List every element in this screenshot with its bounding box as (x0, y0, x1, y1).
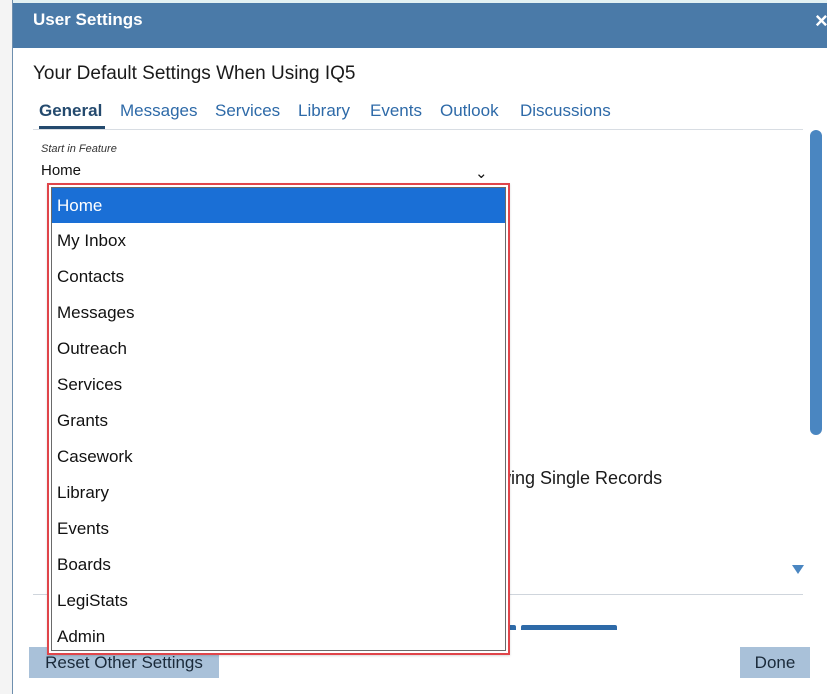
dropdown-option-messages[interactable]: Messages (51, 295, 506, 330)
viewing-single-records-label: wing Single Records (498, 468, 663, 488)
chevron-down-icon[interactable]: ⌄ (475, 164, 488, 182)
start-feature-dropdown-list: Home My Inbox Contacts Messages Outreach… (47, 183, 510, 655)
tab-discussions[interactable]: Discussions (520, 101, 611, 121)
dialog-titlebar: User Settings × (13, 0, 827, 48)
dropdown-option-outreach[interactable]: Outreach (51, 331, 506, 366)
tab-events[interactable]: Events (370, 101, 422, 121)
tabs-divider (33, 129, 803, 130)
dropdown-option-grants[interactable]: Grants (51, 403, 506, 438)
dropdown-option-services[interactable]: Services (51, 367, 506, 402)
start-feature-label: Start in Feature (41, 143, 117, 155)
tab-library[interactable]: Library (298, 101, 350, 121)
done-button[interactable]: Done (740, 647, 810, 678)
start-feature-select[interactable]: Home (41, 162, 501, 184)
dropdown-option-contacts[interactable]: Contacts (51, 259, 506, 294)
tab-messages[interactable]: Messages (120, 101, 197, 121)
user-settings-dialog: User Settings × Your Default Settings Wh… (12, 0, 827, 694)
dropdown-option-my-inbox[interactable]: My Inbox (51, 223, 506, 258)
tab-general[interactable]: General (39, 101, 102, 121)
dropdown-option-legistats[interactable]: LegiStats (51, 583, 506, 618)
scroll-down-arrow-icon[interactable] (792, 565, 804, 574)
tab-services[interactable]: Services (215, 101, 280, 121)
page-heading: Your Default Settings When Using IQ5 (33, 63, 356, 84)
dropdown-option-casework[interactable]: Casework (51, 439, 506, 474)
background-window-edge (0, 0, 12, 694)
dialog-title: User Settings (33, 10, 143, 29)
tab-outlook[interactable]: Outlook (440, 101, 499, 121)
dropdown-option-boards[interactable]: Boards (51, 547, 506, 582)
dropdown-option-library[interactable]: Library (51, 475, 506, 510)
hidden-button-edge (521, 625, 617, 630)
dropdown-option-home[interactable]: Home (51, 188, 506, 223)
scrollbar-thumb[interactable] (810, 130, 822, 435)
close-icon[interactable]: × (815, 9, 827, 33)
dropdown-option-events[interactable]: Events (51, 511, 506, 546)
dropdown-option-admin[interactable]: Admin (51, 619, 506, 654)
